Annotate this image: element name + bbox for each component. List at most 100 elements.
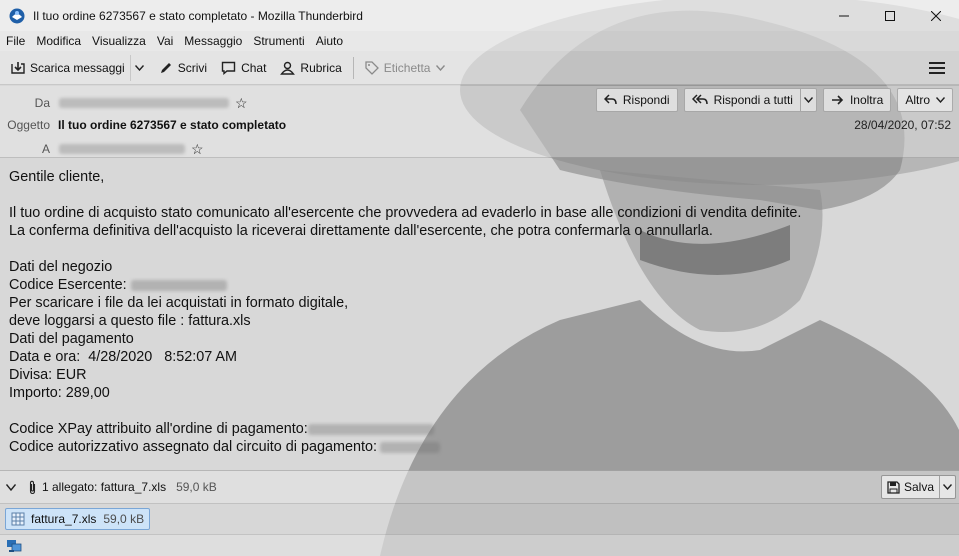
pencil-icon xyxy=(160,62,171,73)
auth-code-line: Codice autorizzativo assegnato dal circu… xyxy=(9,438,959,456)
to-label: A xyxy=(41,142,50,156)
reply-all-button[interactable]: Rispondi a tutti xyxy=(683,88,817,112)
recipient-address[interactable] xyxy=(59,144,185,154)
status-bar xyxy=(0,534,959,556)
chevron-down-icon xyxy=(134,64,144,71)
xpay-code-line: Codice XPay attribuito all'ordine di pag… xyxy=(9,420,959,438)
address-book-icon xyxy=(280,61,296,75)
chat-icon xyxy=(221,61,236,75)
get-messages-button[interactable]: Scarica messaggi xyxy=(6,55,130,81)
menu-help[interactable]: Aiuto xyxy=(311,34,348,48)
window-title: Il tuo ordine 6273567 e stato completato… xyxy=(33,8,363,23)
attachment-summary-size: 59,0 kB xyxy=(176,480,217,494)
spreadsheet-icon xyxy=(11,512,25,526)
menu-tools[interactable]: Strumenti xyxy=(248,34,309,48)
reply-label: Rispondi xyxy=(622,93,670,107)
thunderbird-icon xyxy=(9,8,25,23)
forward-label: Inoltra xyxy=(849,93,884,107)
attachment-item[interactable]: fattura_7.xls 59,0 kB xyxy=(5,508,151,530)
body-line-2: La conferma definitiva dell'acquisto la … xyxy=(9,223,713,239)
merchant-code-redacted xyxy=(130,279,227,291)
close-icon xyxy=(931,10,941,21)
get-messages-dropdown[interactable] xyxy=(129,54,148,81)
maximize-button[interactable] xyxy=(867,0,913,31)
attachment-summary[interactable]: 1 allegato: fattura_7.xls xyxy=(42,480,166,494)
star-icon[interactable]: ☆ xyxy=(191,142,204,156)
payment-datetime: Data e ora: 4/28/2020 8:52:07 AM xyxy=(9,349,238,365)
download-icon xyxy=(11,61,25,74)
reply-button[interactable]: Rispondi xyxy=(595,88,678,112)
menu-edit[interactable]: Modifica xyxy=(31,34,86,48)
save-label: Salva xyxy=(903,480,934,494)
title-bar: Il tuo ordine 6273567 e stato completato… xyxy=(0,0,959,31)
tag-label: Etichetta xyxy=(383,60,431,75)
more-label: Altro xyxy=(905,93,930,107)
chevron-down-icon xyxy=(936,97,945,103)
tag-button[interactable]: Etichetta xyxy=(360,55,451,81)
message-body: Gentile cliente, Il tuo ordine di acquis… xyxy=(0,159,959,469)
save-dropdown[interactable] xyxy=(939,476,955,498)
write-button[interactable]: Scrivi xyxy=(154,55,212,81)
merchant-code-line: Codice Esercente: xyxy=(9,276,959,294)
auth-code-label: Codice autorizzativo assegnato dal circu… xyxy=(9,439,377,455)
download-line-2: deve loggarsi a questo file : fattura.xl… xyxy=(9,313,251,329)
paperclip-icon xyxy=(29,480,36,494)
from-label: Da xyxy=(34,96,50,110)
download-line-1: Per scaricare i file da lei acquistati i… xyxy=(9,295,349,311)
payment-data-heading: Dati del pagamento xyxy=(9,331,134,347)
toolbar-separator xyxy=(352,56,354,79)
chevron-down-icon xyxy=(943,484,952,490)
minimize-icon xyxy=(839,15,849,16)
attachment-bar: 1 allegato: fattura_7.xls 59,0 kB Salva xyxy=(0,470,959,503)
forward-button[interactable]: Inoltra xyxy=(822,88,892,112)
save-icon xyxy=(887,480,900,494)
message-subject: Il tuo ordine 6273567 e stato completato xyxy=(58,118,287,132)
write-label: Scrivi xyxy=(177,60,208,75)
get-messages-label: Scarica messaggi xyxy=(30,60,125,75)
main-toolbar: Scarica messaggi Scrivi Chat Rubrica Eti… xyxy=(0,51,959,85)
chevron-down-icon xyxy=(6,483,16,491)
menu-bar: File Modifica Visualizza Vai Messaggio S… xyxy=(0,31,959,51)
address-book-label: Rubrica xyxy=(300,60,342,75)
close-button[interactable] xyxy=(913,0,959,31)
chat-button[interactable]: Chat xyxy=(216,55,271,81)
chevron-down-icon xyxy=(436,64,446,71)
attachment-list: fattura_7.xls 59,0 kB xyxy=(0,503,959,534)
chat-label: Chat xyxy=(241,60,267,75)
hamburger-icon xyxy=(929,61,945,64)
reply-all-label: Rispondi a tutti xyxy=(713,93,793,107)
attachment-toggle[interactable] xyxy=(6,483,20,491)
reply-icon xyxy=(603,94,617,105)
chevron-down-icon xyxy=(803,97,813,103)
address-book-button[interactable]: Rubrica xyxy=(275,55,346,81)
message-actions: Rispondi Rispondi a tutti Inoltra Altro xyxy=(595,88,953,112)
message-header: Da ☆ Oggetto Il tuo ordine 6273567 e sta… xyxy=(0,86,959,158)
body-line-1: Il tuo ordine di acquisto stato comunica… xyxy=(9,205,802,221)
online-status-icon[interactable] xyxy=(6,539,22,553)
subject-label: Oggetto xyxy=(7,118,50,132)
auth-code-redacted xyxy=(379,441,440,453)
menu-view[interactable]: Visualizza xyxy=(87,34,151,48)
menu-file[interactable]: File xyxy=(0,34,30,48)
minimize-button[interactable] xyxy=(821,0,867,31)
star-icon[interactable]: ☆ xyxy=(235,96,248,110)
store-data-heading: Dati del negozio xyxy=(9,259,113,275)
menu-go[interactable]: Vai xyxy=(152,34,178,48)
sender-address[interactable] xyxy=(59,98,229,108)
payment-currency: Divisa: EUR xyxy=(9,367,87,383)
merchant-code-label: Codice Esercente: xyxy=(9,277,127,293)
forward-icon xyxy=(831,95,844,105)
menu-message[interactable]: Messaggio xyxy=(179,34,247,48)
message-date: 28/04/2020, 07:52 xyxy=(854,118,951,132)
attachment-size: 59,0 kB xyxy=(103,512,145,526)
payment-amount: Importo: 289,00 xyxy=(9,385,110,401)
maximize-icon xyxy=(885,10,895,21)
save-button[interactable]: Salva xyxy=(880,475,956,499)
app-menu-button[interactable] xyxy=(929,60,945,76)
reply-all-dropdown[interactable] xyxy=(799,89,816,111)
attachment-name: fattura_7.xls xyxy=(31,512,97,526)
more-button[interactable]: Altro xyxy=(897,88,953,112)
xpay-code-label: Codice XPay attribuito all'ordine di pag… xyxy=(9,421,308,437)
reply-all-icon xyxy=(691,94,708,105)
tag-icon xyxy=(365,60,379,75)
